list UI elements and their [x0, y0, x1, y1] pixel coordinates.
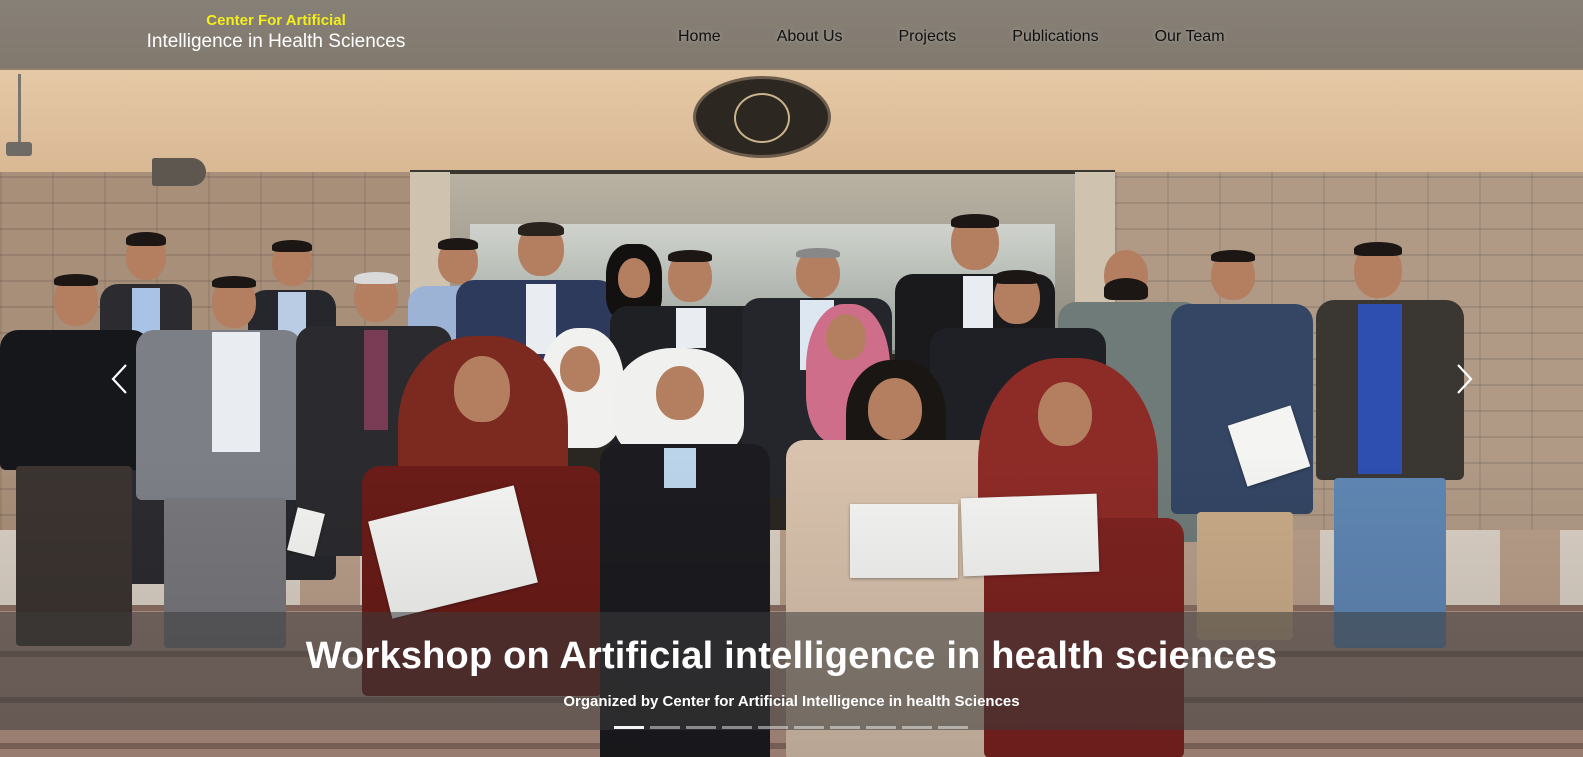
chevron-left-icon: [111, 364, 127, 394]
slide-title: Workshop on Artificial intelligence in h…: [305, 635, 1278, 677]
nav-about-us[interactable]: About Us: [749, 26, 871, 48]
carousel-indicator[interactable]: [614, 726, 644, 729]
top-navbar: Center For Artificial Intelligence in He…: [0, 0, 1583, 70]
nav-publications[interactable]: Publications: [984, 26, 1126, 48]
carousel-indicator[interactable]: [830, 726, 860, 729]
main-nav: Home About Us Projects Publications Our …: [650, 26, 1253, 48]
carousel-indicator[interactable]: [686, 726, 716, 729]
brand-title-line2: Intelligence in Health Sciences: [146, 31, 406, 52]
carousel-prev-button[interactable]: [108, 362, 132, 396]
nav-projects[interactable]: Projects: [871, 26, 985, 48]
carousel-indicators: [614, 726, 968, 729]
carousel-indicator[interactable]: [794, 726, 824, 729]
brand-title-line1: Center For Artificial: [206, 12, 346, 29]
site-logo[interactable]: Center For Artificial Intelligence in He…: [130, 12, 422, 54]
carousel-indicator[interactable]: [650, 726, 680, 729]
nav-home[interactable]: Home: [650, 26, 749, 48]
carousel-next-button[interactable]: [1452, 362, 1476, 396]
carousel-indicator[interactable]: [722, 726, 752, 729]
carousel-indicator[interactable]: [758, 726, 788, 729]
carousel-indicator[interactable]: [938, 726, 968, 729]
carousel-indicator[interactable]: [902, 726, 932, 729]
slide-subtitle: Organized by Center for Artificial Intel…: [563, 693, 1020, 710]
chevron-right-icon: [1457, 364, 1473, 394]
carousel-indicator[interactable]: [866, 726, 896, 729]
nav-our-team[interactable]: Our Team: [1127, 26, 1253, 48]
